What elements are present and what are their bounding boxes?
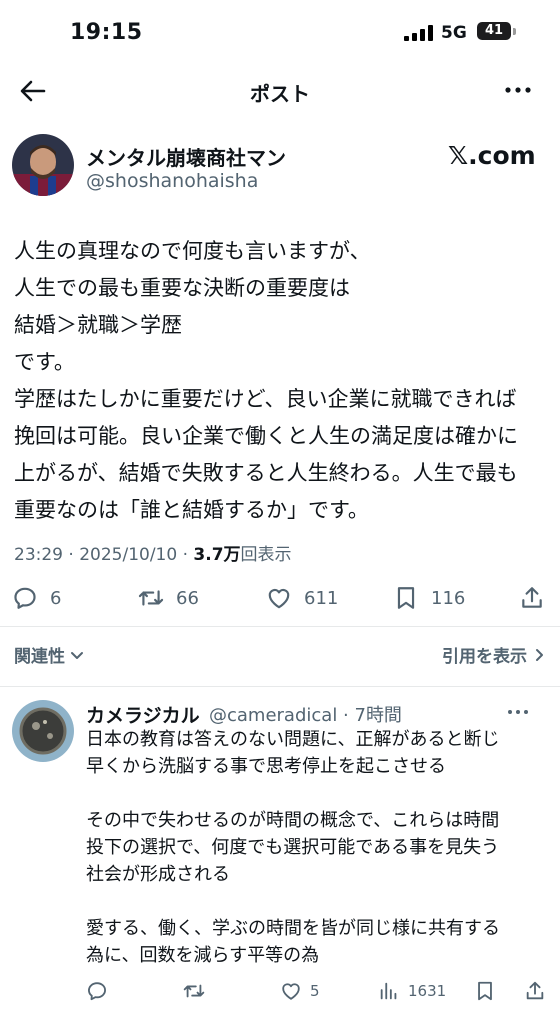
bookmark-icon [397, 587, 415, 609]
post-meta: 23:29 · 2025/10/10 · 3.7万回表示 [14, 540, 292, 565]
view-label: 回表示 [240, 545, 292, 565]
view-count[interactable]: 3.7万 [193, 545, 240, 565]
reply-text-line: 社会が形成される [86, 864, 230, 885]
chevron-right-icon [536, 648, 543, 661]
sort-label: 関連性 [14, 647, 65, 667]
post-text-line: です。 [14, 350, 75, 374]
battery-icon: 41 [477, 22, 511, 40]
repost-icon [138, 590, 164, 606]
x-logo: 𝕏.com [448, 141, 536, 170]
divider [0, 626, 560, 627]
post-text-line: 上がるが、結婚で失敗すると人生終わる。人生で最も [14, 461, 518, 485]
reply-text-line: その中で失わせるのが時間の概念で、これらは時間 [86, 810, 500, 831]
network-type: 5G [441, 23, 467, 43]
post-text-line: 人生での最も重要な決断の重要度は [14, 276, 350, 300]
heart-icon [268, 588, 290, 609]
reply-text-line: 投下の選択で、何度でも選択可能である事を見失う [86, 837, 500, 858]
quotes-label: 引用を表示 [442, 647, 527, 667]
bookmark-icon [478, 981, 492, 1001]
reply-view-count: 1631 [408, 982, 447, 1000]
chevron-down-icon [71, 651, 83, 659]
reply-text-line: 日本の教育は答えのない問題に、正解があると断じ [86, 729, 500, 750]
reply-text-line: 為に、回数を減らす平等の為 [86, 945, 320, 966]
post-text-line: 学歴はたしかに重要だけど、良い企業に就職できれば [14, 387, 517, 411]
reply-text-line: 愛する、働く、学ぶの時間を皆が同じ様に共有する [86, 918, 500, 939]
battery-level: 41 [484, 23, 504, 38]
reply-text: 日本の教育は答えのない問題に、正解があると断じ 早くから洗脳する事で思考停止を起… [86, 726, 552, 969]
reply-like-count: 5 [310, 982, 320, 1000]
post-text-line: 挽回は可能。良い企業で働くと人生の満足度は確かに [14, 424, 518, 448]
reply-author-name[interactable]: カメラジカル [86, 701, 200, 728]
repost-icon [183, 984, 205, 998]
battery-tip [513, 28, 516, 35]
reply-like-button[interactable]: 5 [280, 980, 320, 1002]
analytics-icon [380, 982, 397, 1000]
bookmark-button[interactable]: 116 [393, 585, 465, 611]
share-icon [526, 981, 544, 1000]
share-button[interactable] [519, 585, 545, 611]
more-dots-icon [508, 710, 528, 714]
like-button[interactable]: 611 [266, 585, 338, 611]
reply-author-avatar[interactable] [12, 700, 74, 762]
reply-icon [88, 982, 106, 1001]
author-avatar[interactable] [12, 134, 74, 196]
reply-share-button[interactable] [524, 980, 546, 1002]
status-time: 19:15 [70, 20, 143, 45]
author-name[interactable]: メンタル崩壊商社マン [86, 142, 286, 171]
reply-text-line [86, 780, 552, 807]
post-text-line: 重要なのは「誰と結婚するか」です。 [14, 498, 369, 522]
more-dots-icon [505, 87, 531, 93]
reply-reply-button[interactable] [86, 980, 108, 1002]
back-button[interactable] [18, 76, 48, 106]
page-title: ポスト [250, 82, 310, 106]
sort-dropdown[interactable]: 関連性 [14, 642, 86, 667]
reply-author-meta[interactable]: @cameradical · 7時間 [209, 701, 402, 727]
post-text: 人生の真理なので何度も言いますが、 人生での最も重要な決断の重要度は 結婚＞就職… [14, 233, 554, 529]
repost-count: 66 [176, 587, 199, 609]
more-button[interactable] [500, 80, 536, 100]
reply-repost-button[interactable] [183, 980, 205, 1002]
reply-more-button[interactable] [500, 704, 536, 718]
reply-text-line [86, 888, 552, 915]
heart-icon [282, 983, 300, 1000]
bookmark-count: 116 [431, 587, 466, 609]
arrow-left-icon [20, 80, 46, 102]
post-text-line: 人生の真理なので何度も言いますが、 [14, 239, 371, 263]
reply-views-button[interactable]: 1631 [378, 980, 446, 1002]
signal-icon [404, 25, 434, 41]
view-quotes-link[interactable]: 引用を表示 [442, 642, 548, 667]
reply-icon [14, 587, 36, 609]
divider [0, 686, 560, 687]
share-icon [522, 587, 542, 608]
post-text-line: 結婚＞就職＞学歴 [14, 313, 182, 337]
reply-count: 6 [50, 587, 62, 609]
reply-bookmark-button[interactable] [474, 980, 496, 1002]
author-handle[interactable]: @shoshanohaisha [86, 170, 258, 192]
repost-button[interactable]: 66 [138, 585, 199, 611]
reply-text-line: 早くから洗脳する事で思考停止を起こさせる [86, 756, 446, 777]
like-count: 611 [304, 587, 339, 609]
post-timestamp: 23:29 · 2025/10/10 · [14, 545, 194, 565]
reply-button[interactable]: 6 [12, 585, 61, 611]
